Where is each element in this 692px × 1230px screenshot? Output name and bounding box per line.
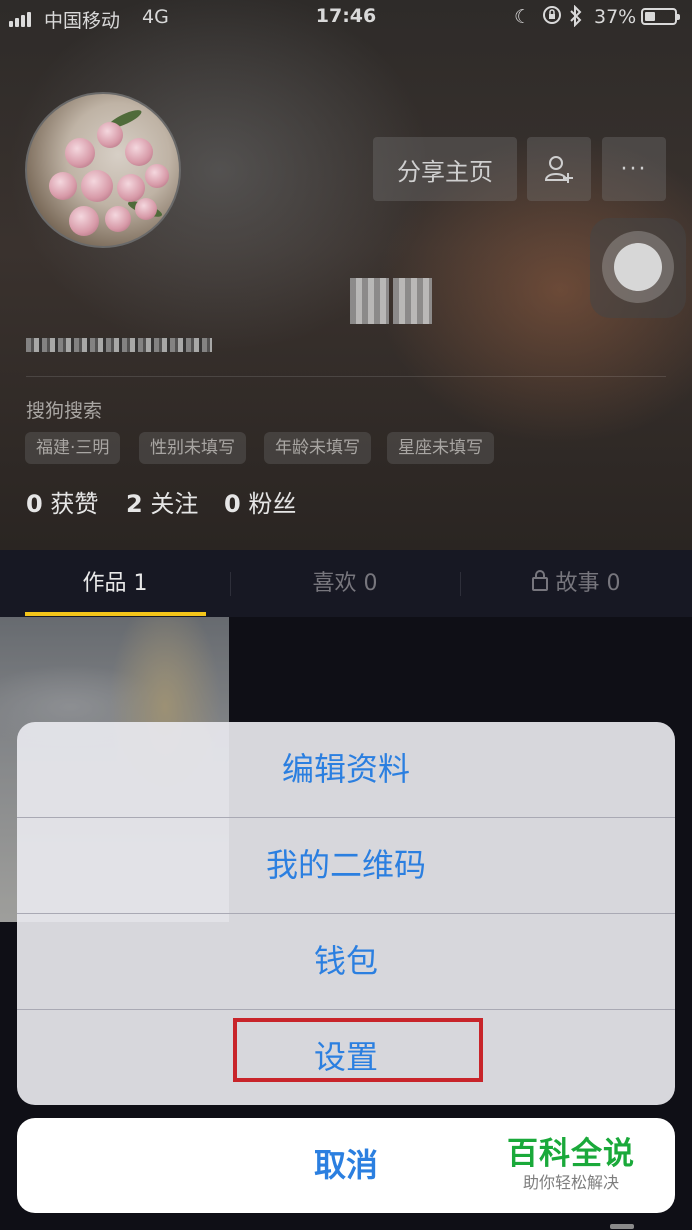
profile-tabs: 作品 1 喜欢 0 故事 0 — [0, 550, 692, 617]
tag-location: 福建·三明 — [25, 432, 121, 464]
tab-works[interactable]: 作品 1 — [0, 550, 230, 617]
more-options-button[interactable]: ··· — [602, 137, 666, 201]
active-tab-indicator — [25, 612, 206, 616]
tag-zodiac: 星座未填写 — [387, 432, 494, 464]
add-friend-button[interactable] — [527, 137, 591, 201]
status-bar: 中国移动 4G 17:46 ☾ 37% — [0, 0, 692, 36]
tab-separator — [460, 572, 461, 596]
profile-screen: 中国移动 4G 17:46 ☾ 37% 分享主页 ··· 搜狗搜索 福建·三明 … — [0, 0, 692, 1230]
share-profile-button[interactable]: 分享主页 — [373, 137, 517, 201]
watermark-subtitle: 助你轻松解决 — [522, 1173, 619, 1192]
user-id-redacted — [26, 338, 212, 352]
status-time: 17:46 — [315, 5, 377, 27]
stat-followers[interactable]: 0 粉丝 — [224, 484, 296, 519]
tab-separator — [230, 572, 231, 596]
battery-level — [645, 12, 655, 21]
watermark-title: 百科全说 — [507, 1136, 635, 1172]
tag-age: 年龄未填写 — [264, 432, 371, 464]
lock-icon — [531, 570, 548, 591]
home-indicator — [610, 1224, 634, 1229]
edit-profile-option[interactable]: 编辑资料 — [17, 722, 675, 817]
tag-gender: 性别未填写 — [139, 432, 246, 464]
wallet-option[interactable]: 钱包 — [17, 914, 675, 1009]
add-user-icon — [544, 156, 573, 183]
battery-icon — [641, 8, 680, 25]
battery-percent: 37% — [594, 6, 637, 28]
divider — [26, 376, 666, 377]
my-qr-code-option[interactable]: 我的二维码 — [17, 818, 675, 913]
profile-bio: 搜狗搜索 — [26, 400, 103, 422]
tab-stories[interactable]: 故事 0 — [460, 550, 692, 617]
bluetooth-icon — [569, 4, 583, 32]
tab-stories-label: 故事 0 — [555, 571, 621, 596]
stat-likes[interactable]: 0 获赞 — [26, 484, 98, 519]
avatar[interactable] — [25, 92, 181, 248]
nickname-redacted — [350, 278, 432, 324]
settings-highlight-box — [233, 1018, 483, 1082]
moon-icon: ☾ — [514, 6, 532, 28]
stat-following[interactable]: 2 关注 — [126, 484, 198, 519]
tab-likes[interactable]: 喜欢 0 — [230, 550, 460, 617]
profile-header-background — [0, 0, 692, 550]
watermark-logo: 百科全说 助你轻松解决 — [498, 1136, 644, 1194]
assistive-touch-button[interactable] — [590, 218, 686, 318]
rotation-lock-icon — [542, 5, 562, 30]
